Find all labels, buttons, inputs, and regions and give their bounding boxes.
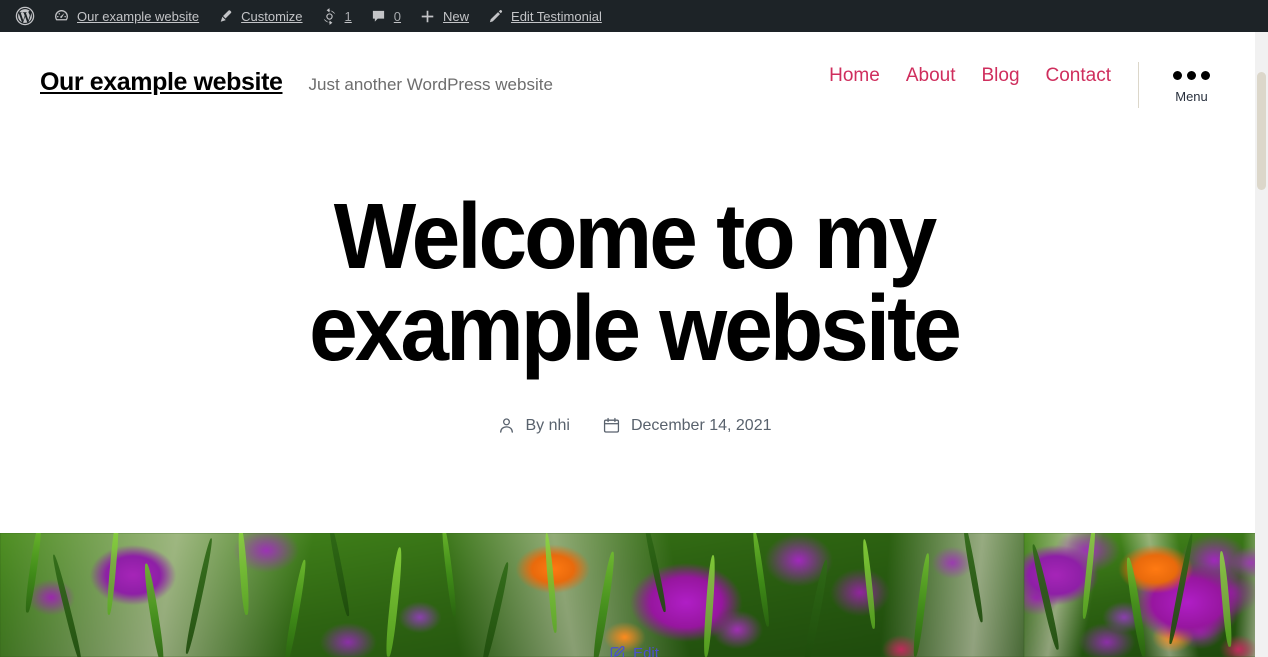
page-title: Welcome to my example website bbox=[309, 184, 962, 381]
nav-item-home[interactable]: Home bbox=[829, 65, 880, 87]
pencil-icon bbox=[487, 8, 504, 25]
header-navigation-area: Home About Blog Contact Menu bbox=[829, 32, 1248, 108]
admin-bar-new-content[interactable]: New bbox=[410, 0, 478, 32]
menu-toggle-label: Menu bbox=[1175, 89, 1208, 104]
admin-bar-new-label: New bbox=[443, 8, 470, 24]
page-scrollbar-track[interactable] bbox=[1255, 32, 1268, 657]
post-author-text: By nhi bbox=[525, 416, 570, 434]
edit-post-link[interactable]: Edit bbox=[609, 645, 659, 657]
admin-bar-edit-testimonial-label: Edit Testimonial bbox=[511, 8, 602, 24]
nav-item-contact[interactable]: Contact bbox=[1046, 65, 1111, 87]
admin-bar-edit-testimonial[interactable]: Edit Testimonial bbox=[478, 0, 611, 32]
nav-item-about[interactable]: About bbox=[906, 65, 956, 87]
page-scrollbar-thumb[interactable] bbox=[1257, 72, 1266, 190]
paintbrush-icon bbox=[217, 8, 234, 25]
calendar-icon bbox=[602, 416, 621, 435]
menu-toggle-button[interactable]: Menu bbox=[1163, 65, 1220, 104]
wp-admin-bar: Our example website Customize 1 0 New Ed… bbox=[0, 0, 1268, 32]
edit-post-label: Edit bbox=[633, 645, 659, 657]
admin-bar-customize-label: Customize bbox=[241, 8, 303, 24]
admin-bar-site-name-label: Our example website bbox=[77, 8, 200, 24]
updates-icon bbox=[321, 7, 338, 25]
site-header: Our example website Just another WordPre… bbox=[0, 32, 1268, 132]
foliage-overlay-left bbox=[0, 533, 1024, 657]
featured-image-tile-right bbox=[1024, 533, 1268, 657]
post-date: December 14, 2021 bbox=[602, 416, 772, 435]
header-divider bbox=[1138, 62, 1139, 108]
site-title[interactable]: Our example website bbox=[40, 68, 283, 97]
admin-bar-comments-count: 0 bbox=[393, 8, 402, 24]
edit-square-icon bbox=[610, 645, 625, 657]
post-author: By nhi bbox=[497, 416, 570, 435]
site-tagline: Just another WordPress website bbox=[308, 75, 553, 94]
nav-item-blog[interactable]: Blog bbox=[981, 65, 1019, 87]
foliage-overlay-right bbox=[1024, 533, 1268, 657]
dashboard-icon bbox=[53, 8, 70, 25]
plus-icon bbox=[419, 8, 436, 25]
featured-image bbox=[0, 533, 1268, 657]
featured-image-tile-left bbox=[0, 533, 1024, 657]
post-meta: By nhi December 14, 2021 bbox=[58, 416, 1210, 435]
admin-bar-site-name[interactable]: Our example website bbox=[44, 0, 208, 32]
admin-bar-updates[interactable]: 1 bbox=[312, 0, 361, 32]
site-branding: Our example website Just another WordPre… bbox=[40, 32, 553, 97]
admin-bar-customize[interactable]: Customize bbox=[208, 0, 311, 32]
admin-bar-updates-count: 1 bbox=[344, 8, 352, 24]
post-entry: Welcome to my example website By nhi Dec… bbox=[0, 132, 1268, 435]
post-date-text: December 14, 2021 bbox=[630, 416, 772, 434]
ellipsis-icon bbox=[1173, 71, 1210, 80]
primary-navigation: Home About Blog Contact bbox=[829, 65, 1111, 87]
admin-bar-wordpress-logo[interactable] bbox=[6, 0, 44, 32]
wordpress-logo-icon bbox=[15, 6, 35, 26]
comment-bubble-icon bbox=[370, 8, 387, 25]
user-icon bbox=[497, 416, 516, 435]
admin-bar-comments[interactable]: 0 bbox=[361, 0, 410, 32]
